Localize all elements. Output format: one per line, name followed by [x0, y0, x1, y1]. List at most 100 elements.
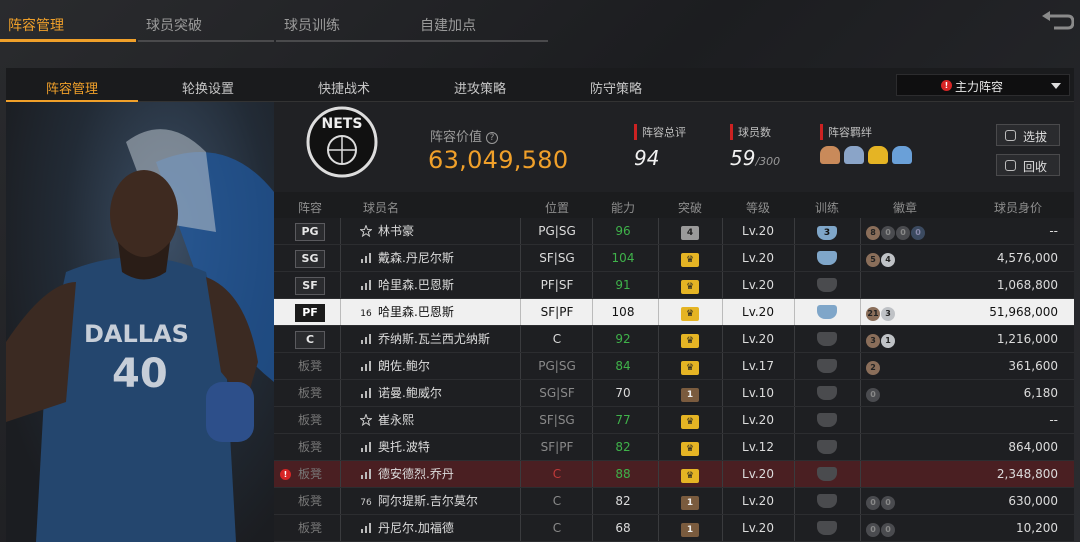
player-name-cell[interactable]: 崔永熙: [350, 407, 520, 433]
training-cell[interactable]: [794, 299, 860, 325]
bond-icon[interactable]: [868, 146, 888, 164]
tab-player-breakthrough[interactable]: 球员突破: [138, 0, 274, 42]
player-name-cell[interactable]: 丹尼尔.加福德: [350, 515, 520, 541]
tab-custom-points[interactable]: 自建加点: [412, 0, 548, 42]
table-row[interactable]: 板凳 崔永熙 SF|SG 77 ♛ Lv.20 --: [274, 407, 1074, 434]
col-header-price[interactable]: 球员身价: [978, 199, 1058, 216]
table-row[interactable]: 板凳 丹尼尔.加福德 C 68 1 Lv.20 0 0 10,200: [274, 515, 1074, 542]
chevron-down-icon: [1051, 83, 1061, 89]
lineup-slot[interactable]: SG: [288, 245, 332, 271]
badges-cell[interactable]: [860, 407, 970, 433]
player-name-cell[interactable]: 16 哈里森.巴恩斯: [350, 299, 520, 325]
player-name-cell[interactable]: 德安德烈.乔丹: [350, 461, 520, 487]
player-name-cell[interactable]: 戴森.丹尼尔斯: [350, 245, 520, 271]
col-header-training[interactable]: 训练: [794, 199, 860, 216]
col-header-breakthrough[interactable]: 突破: [658, 199, 722, 216]
lineup-slot[interactable]: SF: [288, 272, 332, 298]
player-name-cell[interactable]: 林书豪: [350, 218, 520, 244]
col-header-ovr[interactable]: 能力: [590, 199, 656, 216]
subtab-lineup[interactable]: 阵容管理: [6, 68, 138, 102]
table-row[interactable]: ! 板凳 德安德烈.乔丹 C 88 ♛ Lv.20 2,348,800: [274, 461, 1074, 488]
training-cell[interactable]: 3: [794, 218, 860, 244]
player-name-cell[interactable]: 朗佐.鲍尔: [350, 353, 520, 379]
badges-cell[interactable]: 8000: [860, 218, 970, 244]
col-header-badges[interactable]: 徽章: [860, 199, 950, 216]
player-name-cell[interactable]: 诺曼.鲍威尔: [350, 380, 520, 406]
table-row[interactable]: SG 戴森.丹尼尔斯 SF|SG 104 ♛ Lv.20 5 4 4,576,000: [274, 245, 1074, 272]
player-position: SF|PF: [540, 440, 574, 454]
lineup-slot[interactable]: PF: [288, 299, 332, 325]
bond-icons[interactable]: [820, 146, 912, 164]
column-divider: [592, 245, 593, 271]
training-cell[interactable]: [794, 407, 860, 433]
subtab-defense[interactable]: 防守策略: [550, 68, 682, 102]
badges-cell[interactable]: 0: [860, 380, 970, 406]
player-position: SF|PF: [540, 305, 574, 319]
svg-text:16: 16: [360, 309, 372, 318]
training-cell[interactable]: [794, 353, 860, 379]
col-header-position[interactable]: 位置: [520, 199, 594, 216]
help-icon[interactable]: ?: [486, 132, 499, 144]
badges-cell[interactable]: 31: [860, 326, 970, 352]
tab-player-training[interactable]: 球员训练: [276, 0, 412, 42]
training-cell[interactable]: [794, 245, 860, 271]
column-divider: [340, 299, 341, 325]
badges-cell[interactable]: [860, 272, 970, 298]
lineup-slot[interactable]: C: [288, 326, 332, 352]
sub-tab-bar: 阵容管理 轮换设置 快捷战术 进攻策略 防守策略 ! 主力阵容: [6, 68, 1074, 102]
player-position: SF|SG: [539, 251, 575, 265]
player-name-cell[interactable]: 乔纳斯.瓦兰西尤纳斯: [350, 326, 520, 352]
table-row[interactable]: 板凳 奥托.波特 SF|PF 82 ♛ Lv.12 864,000: [274, 434, 1074, 461]
badges-cell[interactable]: [860, 461, 970, 487]
bond-icon[interactable]: [892, 146, 912, 164]
back-arrow-icon[interactable]: [1040, 10, 1074, 34]
tab-lineup-management[interactable]: 阵容管理: [0, 0, 136, 42]
table-row[interactable]: PG 林书豪 PG|SG 96 4 Lv.20 3 8 0 0 0 --: [274, 218, 1074, 245]
player-ovr: 91: [615, 278, 631, 292]
badges-cell[interactable]: [860, 434, 970, 460]
table-row[interactable]: PF 16 哈里森.巴恩斯 SF|PF 108 ♛ Lv.20 21 3 51,968,000: [274, 299, 1074, 326]
lineup-slot[interactable]: PG: [288, 218, 332, 244]
table-row[interactable]: 板凳 76 阿尔提斯.吉尔莫尔 C 82 1 Lv.20 0 0 630,000: [274, 488, 1074, 515]
training-cell[interactable]: [794, 380, 860, 406]
training-cell[interactable]: [794, 326, 860, 352]
lineup-slot[interactable]: 板凳: [288, 407, 332, 433]
bond-icon[interactable]: [844, 146, 864, 164]
badges-cell[interactable]: 54: [860, 245, 970, 271]
stat-rating: 阵容总评 94: [634, 124, 686, 170]
lineup-slot[interactable]: 板凳: [288, 380, 332, 406]
lineup-slot[interactable]: 板凳: [288, 488, 332, 514]
table-row[interactable]: C 乔纳斯.瓦兰西尤纳斯 C 92 ♛ Lv.20 3 1 1,216,000: [274, 326, 1074, 353]
training-cell[interactable]: [794, 272, 860, 298]
player-name-cell[interactable]: 76 阿尔提斯.吉尔莫尔: [350, 488, 520, 514]
table-row[interactable]: 板凳 诺曼.鲍威尔 SG|SF 70 1 Lv.10 0 6,180: [274, 380, 1074, 407]
training-cell[interactable]: [794, 461, 860, 487]
table-row[interactable]: 板凳 朗佐.鲍尔 PG|SG 84 ♛ Lv.17 2 361,600: [274, 353, 1074, 380]
lineup-slot[interactable]: 板凳: [288, 353, 332, 379]
lineup-slot[interactable]: 板凳: [288, 461, 332, 487]
player-name-cell[interactable]: 奥托.波特: [350, 434, 520, 460]
breakthrough-cell: ♛: [658, 299, 722, 325]
lineup-dropdown[interactable]: ! 主力阵容: [896, 74, 1070, 96]
subtab-offense[interactable]: 进攻策略: [414, 68, 546, 102]
bond-icon[interactable]: [820, 146, 840, 164]
badges-cell[interactable]: 2: [860, 353, 970, 379]
select-button[interactable]: 选拔: [996, 124, 1060, 146]
lineup-slot[interactable]: 板凳: [288, 434, 332, 460]
badge-icon: 0: [881, 496, 895, 510]
training-cell[interactable]: [794, 434, 860, 460]
badges-cell[interactable]: 00: [860, 515, 970, 541]
training-cell[interactable]: [794, 515, 860, 541]
lineup-slot[interactable]: 板凳: [288, 515, 332, 541]
badges-cell[interactable]: 21 3: [860, 299, 970, 325]
recycle-button[interactable]: 回收: [996, 154, 1060, 176]
subtab-quick-tactics[interactable]: 快捷战术: [278, 68, 410, 102]
badge-icon: 0: [881, 523, 895, 537]
subtab-rotation[interactable]: 轮换设置: [142, 68, 274, 102]
badges-cell[interactable]: 00: [860, 488, 970, 514]
column-divider: [794, 515, 795, 541]
table-row[interactable]: SF 哈里森.巴恩斯 PF|SF 91 ♛ Lv.20 1,068,800: [274, 272, 1074, 299]
col-header-level[interactable]: 等级: [722, 199, 794, 216]
player-name-cell[interactable]: 哈里森.巴恩斯: [350, 272, 520, 298]
training-cell[interactable]: [794, 488, 860, 514]
